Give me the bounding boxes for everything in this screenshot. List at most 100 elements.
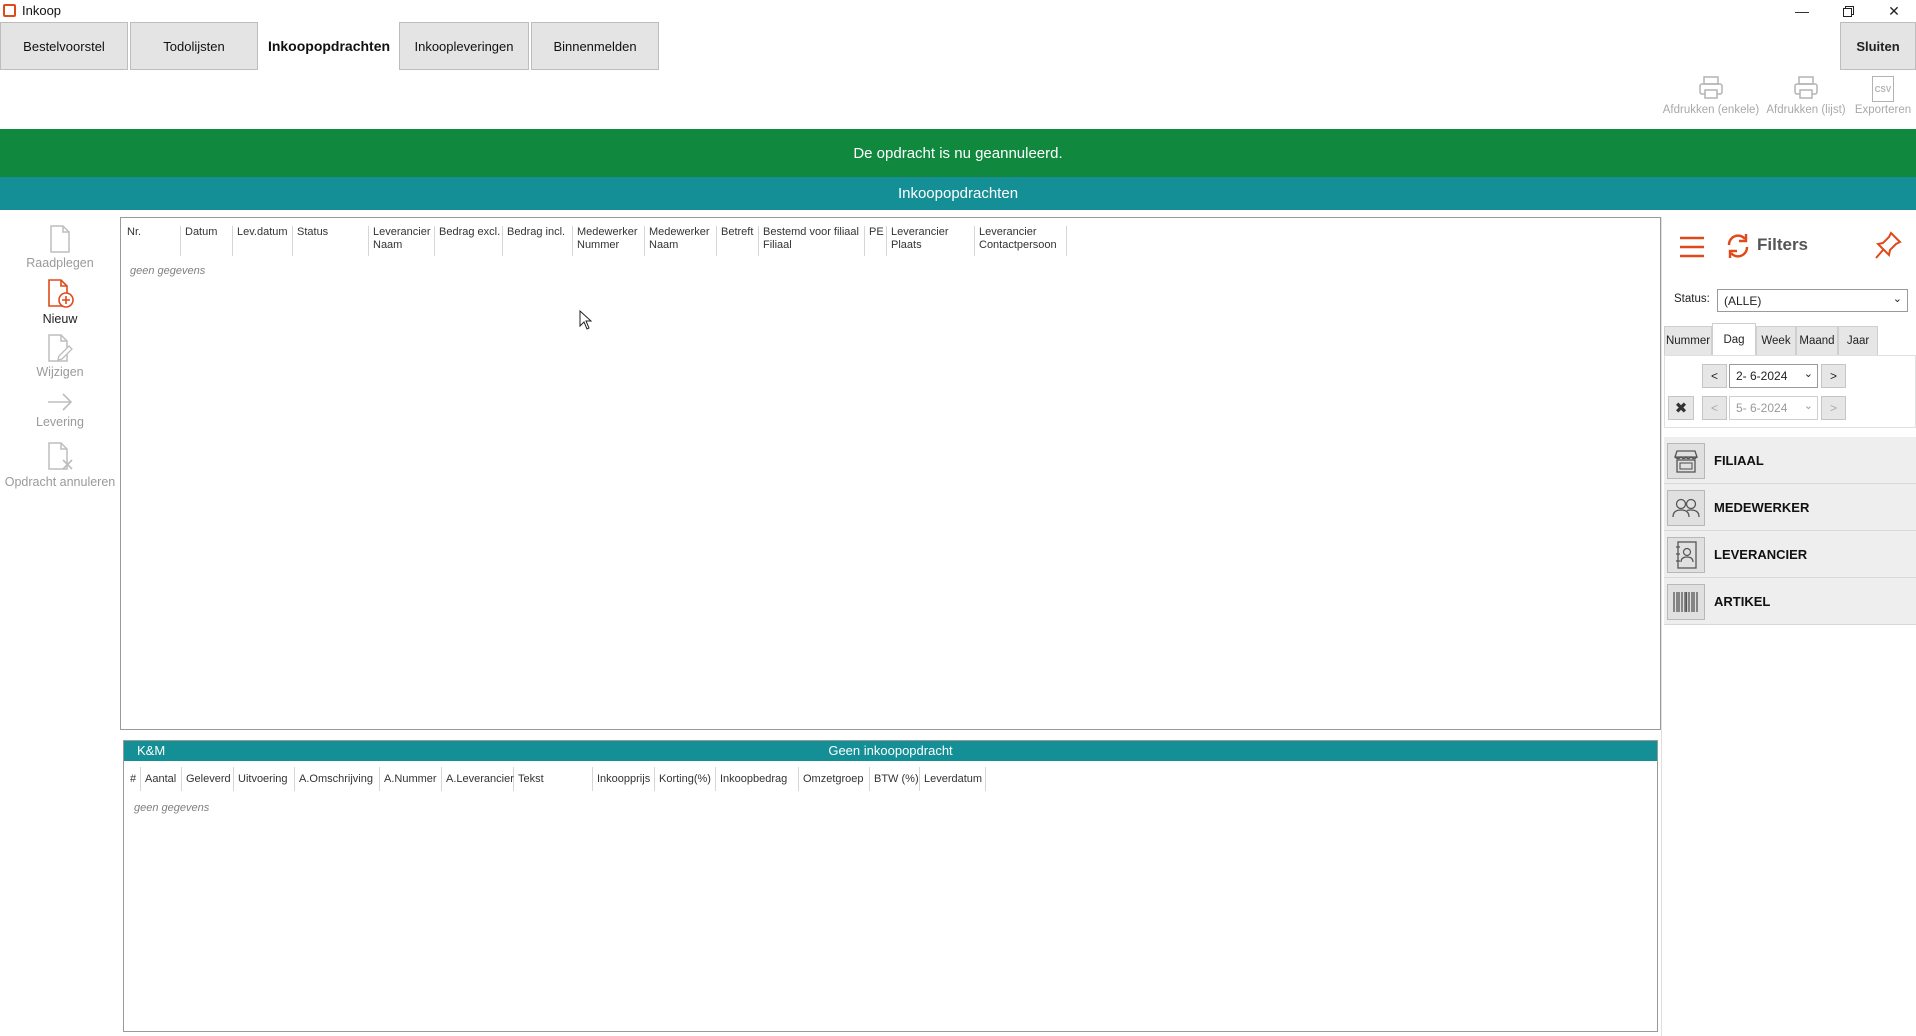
- column-header[interactable]: Nr.: [123, 226, 181, 256]
- column-header[interactable]: Betreft: [717, 226, 759, 256]
- column-header[interactable]: A.Nummer: [380, 767, 442, 791]
- store-icon: [1667, 443, 1705, 479]
- tab-nummer[interactable]: Nummer: [1664, 326, 1712, 356]
- tab-todolijsten[interactable]: Todolijsten: [130, 22, 258, 70]
- column-header[interactable]: Bedrag excl.: [435, 226, 503, 256]
- column-header[interactable]: Geleverd: [182, 767, 234, 791]
- pin-icon[interactable]: [1874, 231, 1902, 261]
- facet-filiaal[interactable]: FILIAAL: [1664, 437, 1916, 484]
- raadplegen-button[interactable]: Raadplegen: [0, 225, 120, 270]
- inkoopopdrachten-grid[interactable]: Nr. Datum Lev.datum Status Leverancier Na…: [120, 217, 1661, 730]
- tab-bestelvoorstel[interactable]: Bestelvoorstel: [0, 22, 128, 70]
- barcode-icon: [1667, 584, 1705, 620]
- column-header[interactable]: Tekst: [514, 767, 593, 791]
- date-to-prev-button[interactable]: <: [1702, 396, 1727, 420]
- section-title: Inkoopopdrachten: [0, 177, 1916, 210]
- column-header[interactable]: Korting(%): [655, 767, 716, 791]
- status-value: (ALLE): [1724, 294, 1762, 308]
- tab-inkoopleveringen[interactable]: Inkoopleveringen: [399, 22, 529, 70]
- column-header[interactable]: PE: [865, 226, 887, 256]
- column-header[interactable]: Inkoopbedrag: [716, 767, 799, 791]
- printer-icon: [1699, 76, 1723, 99]
- print-list-label: Afdrukken (lijst): [1766, 104, 1846, 116]
- edit-document-icon: [48, 334, 73, 362]
- tab-binnenmelden[interactable]: Binnenmelden: [531, 22, 659, 70]
- chevron-down-icon: ⌄: [1892, 293, 1902, 305]
- facet-medewerker[interactable]: MEDEWERKER: [1664, 484, 1916, 531]
- column-header[interactable]: Bedrag incl.: [503, 226, 573, 256]
- column-header[interactable]: Uitvoering: [234, 767, 295, 791]
- column-header[interactable]: Inkoopprijs: [593, 767, 655, 791]
- column-header[interactable]: Leverancier Naam: [369, 226, 435, 256]
- column-header[interactable]: BTW (%): [870, 767, 920, 791]
- chevron-down-icon: ⌄: [1803, 368, 1813, 380]
- column-header[interactable]: Bestemd voor filiaal Filiaal: [759, 226, 865, 256]
- document-icon: [50, 225, 70, 253]
- column-header[interactable]: Leverancier Contactpersoon: [975, 226, 1067, 256]
- raadplegen-label: Raadplegen: [26, 256, 94, 270]
- clear-date-icon[interactable]: ✖: [1668, 396, 1694, 420]
- app-icon: [3, 4, 16, 17]
- facet-artikel[interactable]: ARTIKEL: [1664, 578, 1916, 625]
- column-header[interactable]: Leverdatum: [920, 767, 986, 791]
- arrow-right-icon: [48, 393, 73, 411]
- date-from-prev-button[interactable]: <: [1702, 364, 1727, 388]
- column-header[interactable]: Status: [293, 226, 369, 256]
- tab-dag[interactable]: Dag: [1712, 323, 1756, 356]
- column-header[interactable]: Omzetgroep: [799, 767, 870, 791]
- empty-message: geen gegevens: [134, 802, 210, 814]
- export-label: Exporteren: [1854, 104, 1912, 116]
- sluiten-button[interactable]: Sluiten: [1840, 22, 1916, 70]
- date-to-field[interactable]: 5- 6-2024 ⌄: [1729, 396, 1818, 420]
- levering-button[interactable]: Levering: [0, 392, 120, 429]
- opdracht-annuleren-button[interactable]: Opdracht annuleren: [0, 442, 120, 489]
- date-to-value: 5- 6-2024: [1736, 401, 1788, 415]
- chevron-down-icon: ⌄: [1803, 400, 1813, 412]
- order-lines-grid[interactable]: K&M Geen inkoopopdracht # Aantal Gelever…: [123, 740, 1658, 1032]
- inkoop-window: Inkoop — ✕ Bestelvoorstel Todolijsten In…: [0, 0, 1916, 1036]
- column-header[interactable]: A.Omschrijving: [295, 767, 380, 791]
- nieuw-button[interactable]: Nieuw: [0, 279, 120, 326]
- print-list-button[interactable]: Afdrukken (lijst): [1762, 76, 1850, 126]
- printer-icon: [1794, 76, 1818, 99]
- wijzigen-button[interactable]: Wijzigen: [0, 334, 120, 379]
- column-header[interactable]: Aantal: [141, 767, 182, 791]
- order-lines-title: Geen inkoopopdracht: [828, 743, 953, 758]
- filters-title: Filters: [1757, 235, 1809, 254]
- tab-maand[interactable]: Maand: [1796, 326, 1838, 356]
- column-header[interactable]: Leverancier Plaats: [887, 226, 975, 256]
- restore-icon[interactable]: [1826, 0, 1870, 22]
- column-header[interactable]: A.Leverancier: [442, 767, 514, 791]
- window-title: Inkoop: [22, 3, 62, 18]
- date-to-next-button[interactable]: >: [1821, 396, 1846, 420]
- date-from-next-button[interactable]: >: [1821, 364, 1846, 388]
- print-single-button[interactable]: Afdrukken (enkele): [1662, 76, 1760, 126]
- cancel-document-icon: [48, 442, 73, 470]
- facet-label: ARTIKEL: [1714, 594, 1771, 609]
- tab-jaar[interactable]: Jaar: [1838, 326, 1878, 356]
- success-message: De opdracht is nu geannuleerd.: [0, 129, 1916, 177]
- refresh-icon[interactable]: [1724, 232, 1752, 260]
- status-label: Status:: [1674, 293, 1710, 305]
- column-header[interactable]: Medewerker Nummer: [573, 226, 645, 256]
- date-from-field[interactable]: 2- 6-2024 ⌄: [1729, 364, 1818, 388]
- menu-icon[interactable]: [1679, 235, 1705, 259]
- column-header[interactable]: Medewerker Naam: [645, 226, 717, 256]
- minimize-icon[interactable]: —: [1780, 0, 1824, 22]
- title-bar: Inkoop — ✕: [0, 0, 1916, 22]
- column-header[interactable]: Datum: [181, 226, 233, 256]
- date-from-value: 2- 6-2024: [1736, 369, 1788, 383]
- tab-week[interactable]: Week: [1756, 326, 1796, 356]
- column-header[interactable]: Lev.datum: [233, 226, 293, 256]
- close-icon[interactable]: ✕: [1872, 0, 1916, 22]
- facet-leverancier[interactable]: LEVERANCIER: [1664, 531, 1916, 578]
- tab-inkoopopdrachten[interactable]: Inkoopopdrachten: [260, 22, 398, 70]
- column-header[interactable]: #: [126, 767, 141, 791]
- nieuw-label: Nieuw: [42, 312, 78, 326]
- date-range: < 2- 6-2024 ⌄ > ✖ < 5- 6-2024 ⌄ >: [1664, 355, 1916, 428]
- facet-label: LEVERANCIER: [1714, 547, 1808, 562]
- levering-label: Levering: [36, 415, 84, 429]
- users-icon: [1667, 490, 1705, 526]
- status-select[interactable]: (ALLE) ⌄: [1717, 289, 1908, 312]
- export-button[interactable]: CSV Exporteren: [1852, 76, 1914, 126]
